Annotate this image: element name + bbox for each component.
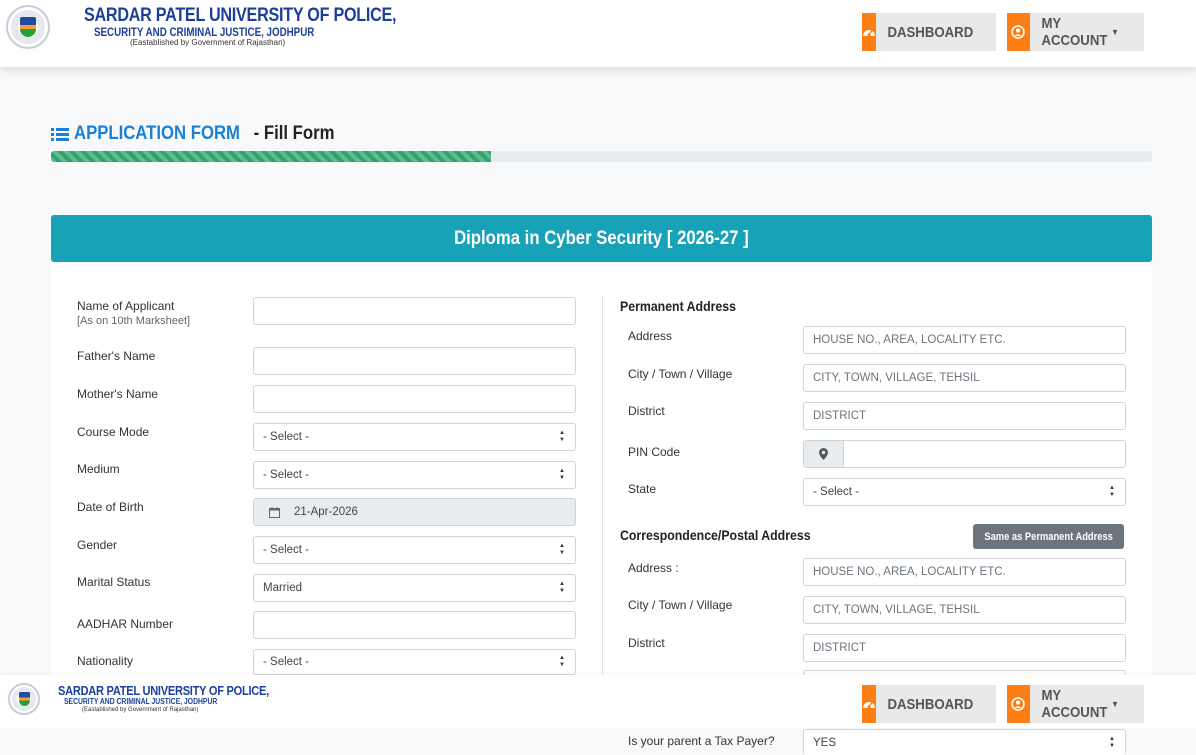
university-subtitle: SECURITY AND CRIMINAL JUSTICE, JODHPUR: [64, 697, 218, 707]
perm-state-label: State: [628, 482, 657, 496]
medium-select[interactable]: - Select - ▲ ▼: [253, 461, 576, 489]
perm-city-input[interactable]: CITY, TOWN, VILLAGE, TEHSIL: [803, 364, 1126, 392]
aadhar-input[interactable]: [253, 611, 576, 639]
course-title: Diploma in Cyber Security [ 2026-27 ]: [454, 227, 749, 249]
university-logo: [6, 5, 50, 49]
perm-district-label: District: [628, 404, 665, 418]
perm-state-select[interactable]: - Select - ▲ ▼: [803, 478, 1126, 506]
mother-name-input[interactable]: [253, 385, 576, 413]
corr-city-input[interactable]: CITY, TOWN, VILLAGE, TEHSIL: [803, 596, 1126, 624]
corr-address-label: Address :: [628, 561, 679, 575]
caret-down-icon: ▼: [1111, 699, 1119, 709]
dob-value: 21-Apr-2026: [294, 506, 358, 518]
university-brand[interactable]: SARDAR PATEL UNIVERSITY OF POLICE, SECUR…: [6, 5, 451, 49]
medium-label: Medium: [77, 462, 120, 476]
university-subtitle: SECURITY AND CRIMINAL JUSTICE, JODHPUR: [94, 26, 315, 39]
my-account-dropdown[interactable]: MY ACCOUNT ▼: [1007, 13, 1144, 51]
sticky-navbar: SARDAR PATEL UNIVERSITY OF POLICE, SECUR…: [0, 675, 1196, 728]
university-title: SARDAR PATEL UNIVERSITY OF POLICE,: [84, 4, 397, 26]
user-circle-icon: [1007, 13, 1030, 51]
page-title-highlight: APPLICATION FORM: [74, 123, 240, 144]
my-account-dropdown[interactable]: MY ACCOUNT ▼: [1007, 685, 1144, 723]
map-marker-icon: [804, 441, 844, 467]
top-navbar: SARDAR PATEL UNIVERSITY OF POLICE, SECUR…: [0, 0, 1196, 67]
father-name-input[interactable]: [253, 347, 576, 375]
marital-status-select[interactable]: Married ▲ ▼: [253, 574, 576, 602]
course-card-header: Diploma in Cyber Security [ 2026-27 ]: [51, 215, 1152, 262]
bottom-form-strip: Is your parent a Tax Payer? YES ▲ ▼: [0, 728, 1196, 755]
dashboard-button[interactable]: DASHBOARD: [862, 685, 996, 723]
mother-name-label: Mother's Name: [77, 387, 158, 401]
perm-address-label: Address: [628, 329, 673, 343]
dashboard-button[interactable]: DASHBOARD: [862, 13, 996, 51]
my-account-label: MY ACCOUNT ▼: [1041, 687, 1119, 721]
marital-status-label: Marital Status: [77, 575, 151, 589]
university-title: SARDAR PATEL UNIVERSITY OF POLICE,: [58, 683, 269, 699]
perm-district-input[interactable]: DISTRICT: [803, 402, 1126, 430]
same-as-permanent-button[interactable]: Same as Permanent Address: [973, 524, 1124, 549]
tax-payer-select[interactable]: YES ▲ ▼: [803, 729, 1126, 755]
university-established: (Eastablished by Government of Rajasthan…: [82, 707, 199, 714]
applicant-name-input[interactable]: [253, 297, 576, 325]
select-caret-icon: ▲ ▼: [1109, 485, 1115, 498]
dashboard-label: DASHBOARD: [887, 695, 974, 713]
nationality-select[interactable]: - Select - ▲ ▼: [253, 649, 576, 675]
perm-city-label: City / Town / Village: [628, 367, 733, 381]
aadhar-label: AADHAR Number: [77, 617, 174, 631]
gender-select[interactable]: - Select - ▲ ▼: [253, 536, 576, 564]
select-caret-icon: ▲ ▼: [559, 430, 565, 443]
dashboard-gauge-icon: [862, 685, 876, 723]
caret-down-icon: ▼: [1111, 27, 1119, 37]
university-logo: [8, 683, 40, 715]
list-icon: [51, 127, 69, 141]
corr-address-input[interactable]: HOUSE NO., AREA, LOCALITY ETC.: [803, 558, 1126, 586]
dob-label: Date of Birth: [77, 500, 144, 514]
dashboard-gauge-icon: [862, 13, 876, 51]
permanent-address-title: Permanent Address: [620, 298, 736, 314]
select-caret-icon: ▲ ▼: [559, 655, 565, 668]
perm-address-input[interactable]: HOUSE NO., AREA, LOCALITY ETC.: [803, 326, 1126, 354]
select-caret-icon: ▲ ▼: [559, 543, 565, 556]
form-progress-bar: [51, 151, 1152, 162]
correspondence-address-title: Correspondence/Postal Address: [620, 527, 811, 543]
corr-city-label: City / Town / Village: [628, 598, 733, 612]
select-caret-icon: ▲ ▼: [1109, 735, 1115, 749]
select-caret-icon: ▲ ▼: [559, 468, 565, 481]
progress-bar-fill: [51, 151, 492, 162]
gender-label: Gender: [77, 538, 118, 552]
page-title-rest: - Fill Form: [253, 123, 335, 144]
course-mode-select[interactable]: - Select - ▲ ▼: [253, 423, 576, 451]
course-mode-label: Course Mode: [77, 425, 150, 439]
select-caret-icon: ▲ ▼: [559, 581, 565, 594]
corr-district-label: District: [628, 636, 665, 650]
calendar-icon: [254, 499, 294, 525]
university-established: (Eastablished by Government of Rajasthan…: [130, 38, 286, 48]
name-note: [As on 10th Marksheet]: [77, 315, 191, 327]
university-brand[interactable]: SARDAR PATEL UNIVERSITY OF POLICE, SECUR…: [8, 683, 306, 715]
my-account-label: MY ACCOUNT ▼: [1041, 15, 1119, 49]
user-circle-icon: [1007, 685, 1030, 723]
dashboard-label: DASHBOARD: [887, 23, 974, 41]
father-name-label: Father's Name: [77, 349, 156, 363]
perm-pin-input[interactable]: [803, 440, 1126, 468]
page-title: APPLICATION FORM - Fill Form: [51, 123, 346, 145]
nationality-label: Nationality: [77, 654, 134, 668]
column-divider: [602, 296, 603, 675]
tax-payer-label: Is your parent a Tax Payer?: [628, 734, 775, 748]
dob-input[interactable]: 21-Apr-2026: [253, 498, 576, 526]
perm-pin-label: PIN Code: [628, 445, 681, 459]
name-label: Name of Applicant [As on 10th Marksheet]: [77, 299, 191, 327]
corr-district-input[interactable]: DISTRICT: [803, 634, 1126, 662]
